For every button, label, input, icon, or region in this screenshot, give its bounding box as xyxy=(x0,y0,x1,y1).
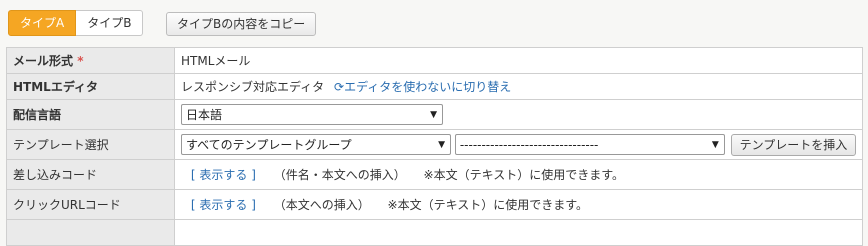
click-url-desc: （本文への挿入） xyxy=(273,198,370,212)
type-tabs: タイプA タイプB xyxy=(8,10,144,36)
row-template: テンプレート選択 すべてのテンプレートグループ ▼ ---------------… xyxy=(6,129,863,160)
bracket-open: [ xyxy=(190,198,196,212)
html-editor-value: レスポンシブ対応エディタ xyxy=(181,80,325,94)
row-partial xyxy=(6,219,863,246)
refresh-icon: ⟳ xyxy=(334,80,345,94)
template-select-value: -------------------------------- xyxy=(459,137,599,152)
row-language: 配信言語 日本語 ▼ xyxy=(6,99,863,130)
switch-editor-link[interactable]: エディタを使わないに切り替え xyxy=(344,80,511,94)
row-mail-format: メール形式 * HTMLメール xyxy=(6,47,863,74)
bracket-open: [ xyxy=(190,168,196,182)
insert-code-cell: [ 表示する ] （件名・本文への挿入） ※本文（テキスト）に使用できます。 xyxy=(174,159,863,190)
template-cell: すべてのテンプレートグループ ▼ ------------------------… xyxy=(174,129,863,160)
language-cell: 日本語 ▼ xyxy=(174,99,863,130)
template-label: テンプレート選択 xyxy=(6,129,175,160)
html-editor-value-cell: レスポンシブ対応エディタ ⟳エディタを使わないに切り替え xyxy=(174,73,863,100)
mail-format-label-text: メール形式 xyxy=(13,54,74,68)
mail-format-value: HTMLメール xyxy=(174,47,863,74)
mail-format-label: メール形式 * xyxy=(6,47,175,74)
row-html-editor: HTMLエディタ レスポンシブ対応エディタ ⟳エディタを使わないに切り替え xyxy=(6,73,863,100)
insert-code-note: ※本文（テキスト）に使用できます。 xyxy=(423,168,625,182)
required-mark: * xyxy=(77,54,84,68)
row-click-url: クリックURLコード [ 表示する ] （本文への挿入） ※本文（テキスト）に使… xyxy=(6,189,863,220)
partial-value xyxy=(174,219,863,246)
template-group-value: すべてのテンプレートグループ xyxy=(186,138,352,152)
chevron-down-icon: ▼ xyxy=(711,139,719,150)
click-url-cell: [ 表示する ] （本文への挿入） ※本文（テキスト）に使用できます。 xyxy=(174,189,863,220)
partial-label xyxy=(6,219,175,246)
copy-type-b-button[interactable]: タイプBの内容をコピー xyxy=(166,12,317,36)
bracket-close: ] xyxy=(251,168,256,182)
insert-template-button[interactable]: テンプレートを挿入 xyxy=(730,133,857,156)
language-select[interactable]: 日本語 ▼ xyxy=(181,104,443,125)
language-select-value: 日本語 xyxy=(186,108,223,122)
show-click-url-link[interactable]: 表示する xyxy=(199,198,247,212)
insert-code-desc: （件名・本文への挿入） xyxy=(273,168,406,182)
bracket-close: ] xyxy=(251,198,256,212)
language-label: 配信言語 xyxy=(6,99,175,130)
row-insert-code: 差し込みコード [ 表示する ] （件名・本文への挿入） ※本文（テキスト）に使… xyxy=(6,159,863,190)
chevron-down-icon: ▼ xyxy=(430,109,437,120)
html-editor-label: HTMLエディタ xyxy=(6,73,175,100)
click-url-label: クリックURLコード xyxy=(6,189,175,220)
template-select[interactable]: -------------------------------- ▼ xyxy=(454,134,725,155)
tab-type-b[interactable]: タイプB xyxy=(76,10,144,36)
tab-type-a[interactable]: タイプA xyxy=(8,10,77,36)
insert-code-label: 差し込みコード xyxy=(6,159,175,190)
click-url-note: ※本文（テキスト）に使用できます。 xyxy=(387,198,589,212)
show-insert-code-link[interactable]: 表示する xyxy=(199,168,247,182)
chevron-down-icon: ▼ xyxy=(438,139,445,150)
template-group-select[interactable]: すべてのテンプレートグループ ▼ xyxy=(181,134,451,155)
mail-settings-form: メール形式 * HTMLメール HTMLエディタ レスポンシブ対応エディタ ⟳エ… xyxy=(6,47,863,246)
